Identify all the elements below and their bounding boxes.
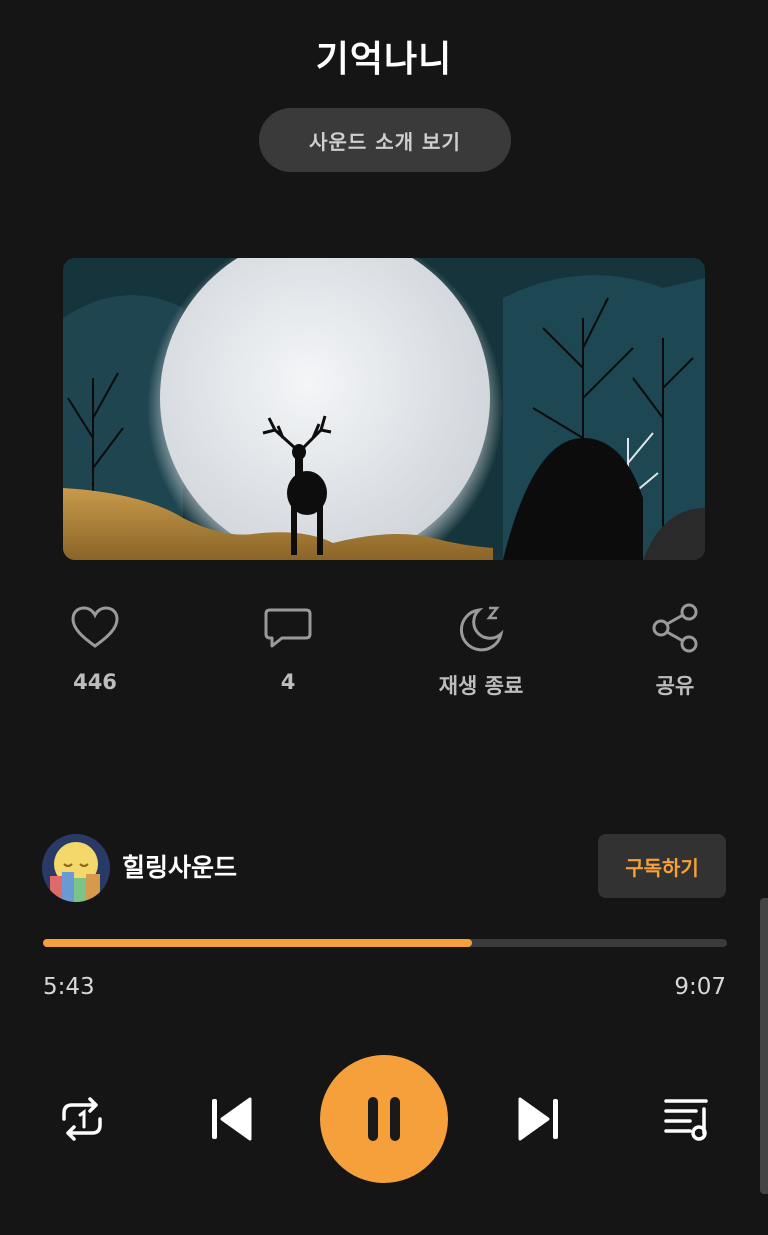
pause-button[interactable]: [320, 1055, 448, 1183]
share-button[interactable]: 공유: [605, 600, 745, 700]
subscribe-button[interactable]: 구독하기: [598, 834, 726, 898]
cover-artwork: [63, 258, 705, 560]
previous-icon: [212, 1097, 252, 1141]
previous-button[interactable]: [206, 1093, 258, 1149]
scrollbar[interactable]: [760, 898, 768, 1194]
pause-icon: [368, 1097, 400, 1141]
like-count: 446: [73, 670, 117, 694]
sleep-timer-label: 재생 종료: [438, 674, 524, 698]
sleep-timer-button[interactable]: 재생 종료: [411, 600, 551, 700]
channel-avatar[interactable]: [42, 834, 110, 902]
like-button[interactable]: 446: [25, 600, 165, 694]
progress-fill: [43, 939, 472, 947]
comment-button[interactable]: 4: [218, 600, 358, 694]
share-label: 공유: [655, 674, 695, 698]
moon-sleep-icon: [459, 606, 504, 652]
next-button[interactable]: [512, 1093, 564, 1149]
progress-bar[interactable]: [43, 939, 727, 947]
duration-time: 9:07: [674, 974, 726, 1000]
page-title: 기억나니: [315, 39, 453, 80]
share-icon: [652, 603, 698, 653]
comment-count: 4: [280, 670, 296, 694]
channel-name[interactable]: 힐링사운드: [122, 848, 237, 884]
playlist-button[interactable]: [660, 1093, 716, 1149]
playlist-icon: [664, 1099, 708, 1141]
channel-row: 힐링사운드 구독하기: [42, 834, 726, 902]
sound-intro-button[interactable]: 사운드 소개 보기: [259, 108, 511, 172]
repeat-one-icon: [62, 1097, 102, 1141]
repeat-button[interactable]: [54, 1091, 110, 1151]
comment-icon: [264, 608, 312, 648]
next-icon: [518, 1097, 558, 1141]
heart-icon: [71, 606, 119, 648]
current-time: 5:43: [43, 974, 95, 1000]
